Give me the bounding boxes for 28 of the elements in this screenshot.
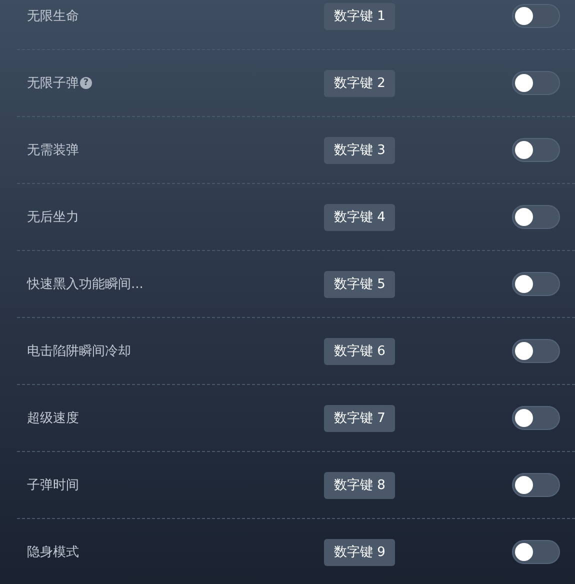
cheat-label: 隐身模式 xyxy=(27,544,79,561)
cheat-label: 无限子弹 xyxy=(27,75,79,92)
hotkey-badge: 数字键 5 xyxy=(324,270,396,298)
cheat-label: 无需装弹 xyxy=(27,142,79,159)
toggle-switch[interactable] xyxy=(512,71,560,95)
hotkey-badge: 数字键 7 xyxy=(324,404,396,432)
cheat-label: 超级速度 xyxy=(27,410,79,427)
toggle-switch[interactable] xyxy=(512,339,560,363)
hotkey-badge: 数字键 2 xyxy=(324,70,396,96)
toggle-switch[interactable] xyxy=(512,473,560,497)
toggle-switch[interactable] xyxy=(512,138,560,162)
hotkey-badge: 数字键 6 xyxy=(324,338,396,364)
hotkey-badge: 数字键 1 xyxy=(324,2,396,30)
hotkey-badge: 数字键 8 xyxy=(324,472,396,498)
help-icon[interactable]: ? xyxy=(80,77,92,89)
hotkey-badge: 数字键 3 xyxy=(324,136,396,164)
toggle-switch[interactable] xyxy=(512,272,560,296)
toggle-switch[interactable] xyxy=(512,406,560,430)
cheat-label: 无限生命 xyxy=(27,8,79,25)
toggle-switch[interactable] xyxy=(512,205,560,229)
cheat-label: 电击陷阱瞬间冷却 xyxy=(27,343,131,360)
hotkey-badge: 数字键 4 xyxy=(324,204,396,230)
cheat-label: 子弹时间 xyxy=(27,477,79,494)
cheat-label: 无后坐力 xyxy=(27,209,79,226)
cheat-label: 快速黑入功能瞬间... xyxy=(27,276,144,293)
toggle-switch[interactable] xyxy=(512,540,560,564)
toggle-switch[interactable] xyxy=(512,4,560,28)
hotkey-badge: 数字键 9 xyxy=(324,538,396,566)
